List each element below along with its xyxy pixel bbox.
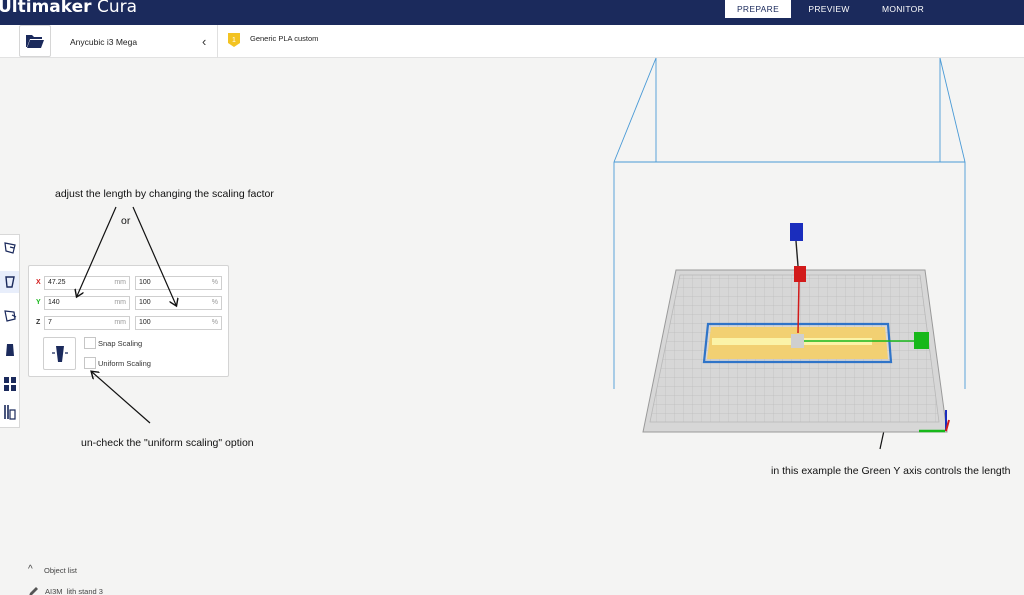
z-scale-handle[interactable] (790, 223, 803, 241)
viewport-overlay (0, 57, 966, 450)
pencil-icon (29, 587, 38, 595)
chevron-up-icon: ^ (28, 564, 33, 575)
x-scale-handle[interactable] (794, 266, 806, 282)
object-list-label: Object list (44, 566, 77, 575)
object-name: AI3M_lith stand 3 (45, 587, 103, 595)
y-scale-handle[interactable] (914, 332, 929, 349)
uniform-scale-handle[interactable] (791, 334, 804, 348)
